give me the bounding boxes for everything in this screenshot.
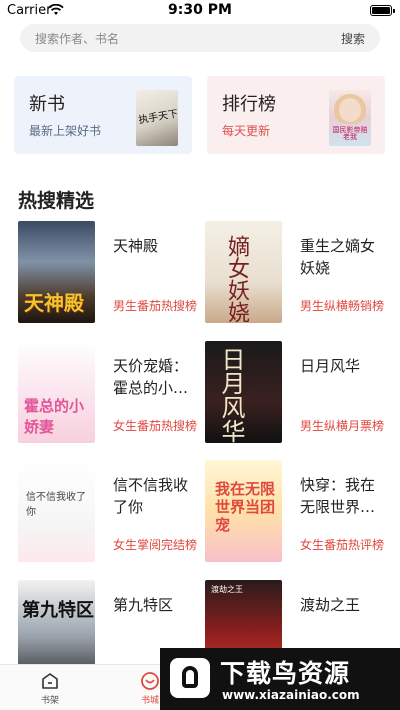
watermark-logo-icon	[170, 658, 210, 698]
card-title: 排行榜	[222, 94, 276, 115]
battery-icon	[370, 5, 395, 16]
book-rank-tag: 男生番茄热搜榜	[113, 299, 198, 313]
book-item[interactable]: 我在无限世界当团宠 快穿：我在无限世界… 女生番茄热评榜	[205, 460, 390, 564]
card-subtitle: 每天更新	[222, 124, 271, 138]
new-books-card[interactable]: 新书 最新上架好书 执手天下	[14, 76, 192, 154]
book-cover[interactable]: 我在无限世界当团宠	[205, 460, 282, 562]
book-item[interactable]: 霍总的小娇妻 天价宠婚：霍总的小… 女生番茄热搜榜	[18, 341, 203, 445]
book-rank-tag: 女生番茄热搜榜	[113, 419, 198, 433]
book-title: 渡劫之王	[300, 596, 361, 614]
search-bar[interactable]: 搜索作者、书名 搜索	[20, 24, 380, 52]
store-icon	[141, 672, 159, 690]
book-cover[interactable]: 霍总的小娇妻	[18, 341, 95, 443]
card-cover-image: 国民影帝赔老我	[329, 90, 371, 146]
clock: 9:30 PM	[168, 2, 232, 18]
book-cover[interactable]: 嫡女妖娆	[205, 221, 282, 323]
watermark-title: 下载鸟资源	[220, 659, 351, 688]
book-title: 天神殿	[113, 237, 159, 255]
book-title: 重生之嫡女妖娆	[300, 237, 376, 277]
book-cover[interactable]: 天神殿	[18, 221, 95, 323]
book-cover[interactable]: 信不信我收了你	[18, 460, 95, 562]
book-rank-tag: 女生番茄热评榜	[300, 538, 385, 552]
book-item[interactable]: 日月风华 日月风华 男生纵横月票榜	[205, 341, 390, 445]
search-input[interactable]: 搜索作者、书名	[35, 30, 119, 47]
book-title: 快穿：我在无限世界…	[300, 476, 376, 516]
home-icon	[42, 673, 58, 689]
card-cover-image: 执手天下	[136, 90, 178, 146]
book-title: 第九特区	[113, 596, 174, 614]
book-rank-tag: 女生掌阅完结榜	[113, 538, 198, 552]
book-title: 信不信我收了你	[113, 476, 189, 516]
book-item[interactable]: 信不信我收了你 信不信我收了你 女生掌阅完结榜	[18, 460, 203, 564]
section-title: 热搜精选	[18, 190, 95, 212]
watermark-banner: 下载鸟资源 www.xiazainiao.com	[160, 648, 400, 710]
watermark-url: www.xiazainiao.com	[222, 688, 360, 702]
status-bar: Carrier 9:30 PM	[0, 0, 400, 22]
card-title: 新书	[29, 94, 65, 115]
tab-label: 书架	[40, 696, 59, 706]
search-button[interactable]: 搜索	[341, 30, 365, 47]
book-item[interactable]: 天神殿 天神殿 男生番茄热搜榜	[18, 221, 203, 325]
book-title: 日月风华	[300, 357, 361, 375]
ranking-card[interactable]: 排行榜 每天更新 国民影帝赔老我	[207, 76, 385, 154]
tab-bookshelf[interactable]: 书架	[20, 671, 80, 706]
book-cover[interactable]: 日月风华	[205, 341, 282, 443]
book-rank-tag: 男生纵横畅销榜	[300, 299, 385, 313]
book-item[interactable]: 嫡女妖娆 重生之嫡女妖娆 男生纵横畅销榜	[205, 221, 390, 325]
book-title: 天价宠婚：霍总的小…	[113, 357, 189, 397]
book-rank-tag: 男生纵横月票榜	[300, 419, 385, 433]
card-subtitle: 最新上架好书	[29, 124, 102, 138]
